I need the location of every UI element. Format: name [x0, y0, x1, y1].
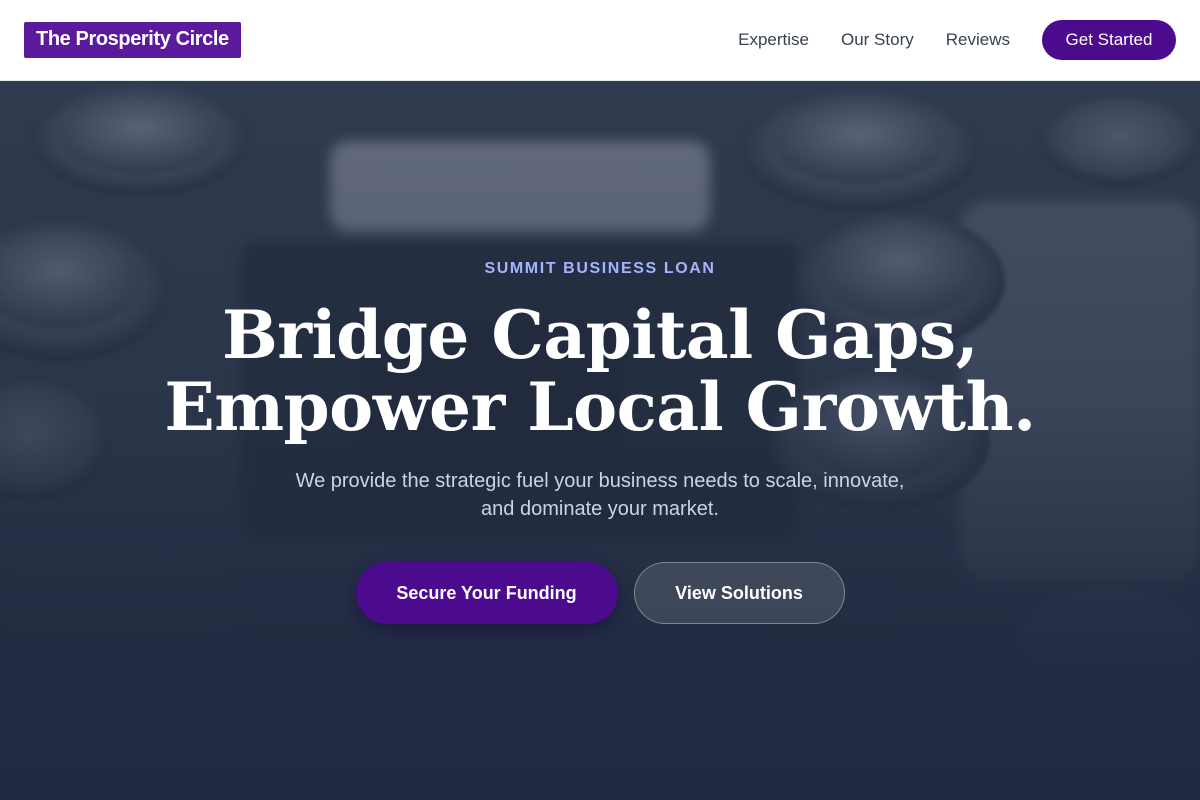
hero-headline-line1: Bridge Capital Gaps, — [221, 296, 979, 374]
secure-funding-button[interactable]: Secure Your Funding — [355, 562, 618, 624]
nav-link-our-story[interactable]: Our Story — [841, 30, 914, 50]
get-started-button[interactable]: Get Started — [1042, 20, 1176, 60]
site-header: The Prosperity Circle Expertise Our Stor… — [0, 0, 1200, 81]
hero-headline: Bridge Capital Gaps, Empower Local Growt… — [0, 299, 1200, 443]
brand-logo[interactable]: The Prosperity Circle — [24, 22, 241, 58]
hero-headline-line2: Empower Local Growth. — [164, 368, 1036, 446]
hero-subtext-line2: and dominate your market. — [481, 498, 719, 520]
hero-eyebrow: SUMMIT BUSINESS LOAN — [484, 260, 716, 277]
hero-actions: Secure Your Funding View Solutions — [0, 562, 1200, 624]
hero-content: SUMMIT BUSINESS LOAN Bridge Capital Gaps… — [0, 81, 1200, 800]
nav-link-expertise[interactable]: Expertise — [738, 30, 809, 50]
view-solutions-button[interactable]: View Solutions — [633, 562, 845, 624]
hero-section: SUMMIT BUSINESS LOAN Bridge Capital Gaps… — [0, 81, 1200, 800]
hero-subtext: We provide the strategic fuel your busin… — [270, 467, 930, 523]
main-nav: Expertise Our Story Reviews Get Started — [738, 20, 1176, 60]
nav-link-reviews[interactable]: Reviews — [946, 30, 1010, 50]
hero-subtext-line1: We provide the strategic fuel your busin… — [295, 470, 905, 492]
